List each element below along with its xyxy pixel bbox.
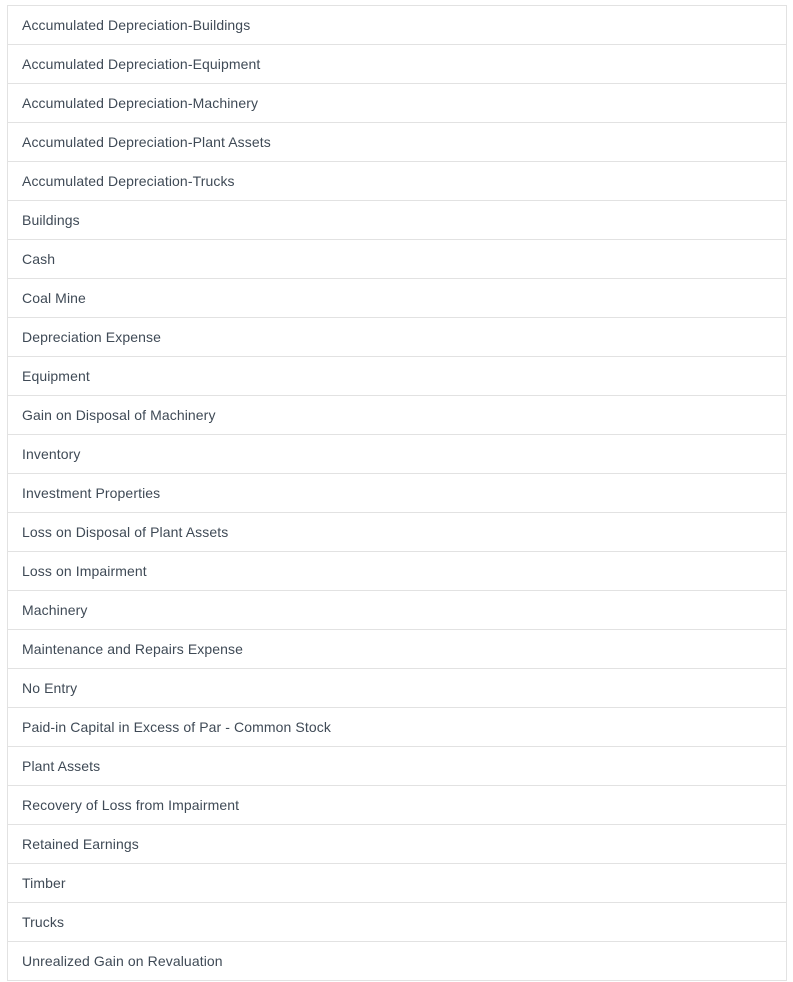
list-item-label: Maintenance and Repairs Expense <box>22 641 244 657</box>
list-item[interactable]: Recovery of Loss from Impairment <box>8 786 786 825</box>
list-item-label: Trucks <box>22 914 65 930</box>
list-item[interactable]: Buildings <box>8 201 786 240</box>
list-item-label: Loss on Impairment <box>22 563 147 579</box>
list-item[interactable]: Investment Properties <box>8 474 786 513</box>
list-item-label: Loss on Disposal of Plant Assets <box>22 524 229 540</box>
list-item-label: No Entry <box>22 680 78 696</box>
list-item[interactable]: Accumulated Depreciation-Machinery <box>8 84 786 123</box>
account-options-list: Accumulated Depreciation-Buildings Accumu… <box>7 5 787 981</box>
list-item[interactable]: Equipment <box>8 357 786 396</box>
list-item[interactable]: Gain on Disposal of Machinery <box>8 396 786 435</box>
list-item[interactable]: Unrealized Gain on Revaluation <box>8 942 786 981</box>
list-item-label: Retained Earnings <box>22 836 139 852</box>
list-item[interactable]: Accumulated Depreciation-Plant Assets <box>8 123 786 162</box>
list-item[interactable]: Retained Earnings <box>8 825 786 864</box>
list-item[interactable]: Trucks <box>8 903 786 942</box>
list-item-label: Unrealized Gain on Revaluation <box>22 953 223 969</box>
list-item[interactable]: Accumulated Depreciation-Trucks <box>8 162 786 201</box>
list-item[interactable]: Coal Mine <box>8 279 786 318</box>
list-item[interactable]: Plant Assets <box>8 747 786 786</box>
list-item[interactable]: Machinery <box>8 591 786 630</box>
list-item-label: Depreciation Expense <box>22 329 161 345</box>
list-item[interactable]: Loss on Disposal of Plant Assets <box>8 513 786 552</box>
list-item-label: Accumulated Depreciation-Trucks <box>22 173 235 189</box>
list-item-label: Accumulated Depreciation-Equipment <box>22 56 261 72</box>
list-item-label: Machinery <box>22 602 88 618</box>
list-item-label: Accumulated Depreciation-Machinery <box>22 95 259 111</box>
list-item-label: Inventory <box>22 446 81 462</box>
list-item-label: Timber <box>22 875 66 891</box>
list-item-label: Equipment <box>22 368 90 384</box>
list-item-label: Gain on Disposal of Machinery <box>22 407 216 423</box>
list-item[interactable]: Accumulated Depreciation-Equipment <box>8 45 786 84</box>
list-item[interactable]: Cash <box>8 240 786 279</box>
list-item-label: Plant Assets <box>22 758 101 774</box>
list-item[interactable]: Accumulated Depreciation-Buildings <box>8 6 786 45</box>
list-item[interactable]: Maintenance and Repairs Expense <box>8 630 786 669</box>
list-item[interactable]: Timber <box>8 864 786 903</box>
list-item[interactable]: Depreciation Expense <box>8 318 786 357</box>
list-item[interactable]: Paid-in Capital in Excess of Par - Commo… <box>8 708 786 747</box>
list-item-label: Accumulated Depreciation-Plant Assets <box>22 134 271 150</box>
list-item-label: Cash <box>22 251 56 267</box>
list-item-label: Recovery of Loss from Impairment <box>22 797 240 813</box>
list-item-label: Coal Mine <box>22 290 86 306</box>
list-item-label: Accumulated Depreciation-Buildings <box>22 17 251 33</box>
list-item[interactable]: Inventory <box>8 435 786 474</box>
list-item-label: Paid-in Capital in Excess of Par - Commo… <box>22 719 331 735</box>
list-item-label: Buildings <box>22 212 80 228</box>
list-item[interactable]: No Entry <box>8 669 786 708</box>
list-item-label: Investment Properties <box>22 485 161 501</box>
list-item[interactable]: Loss on Impairment <box>8 552 786 591</box>
